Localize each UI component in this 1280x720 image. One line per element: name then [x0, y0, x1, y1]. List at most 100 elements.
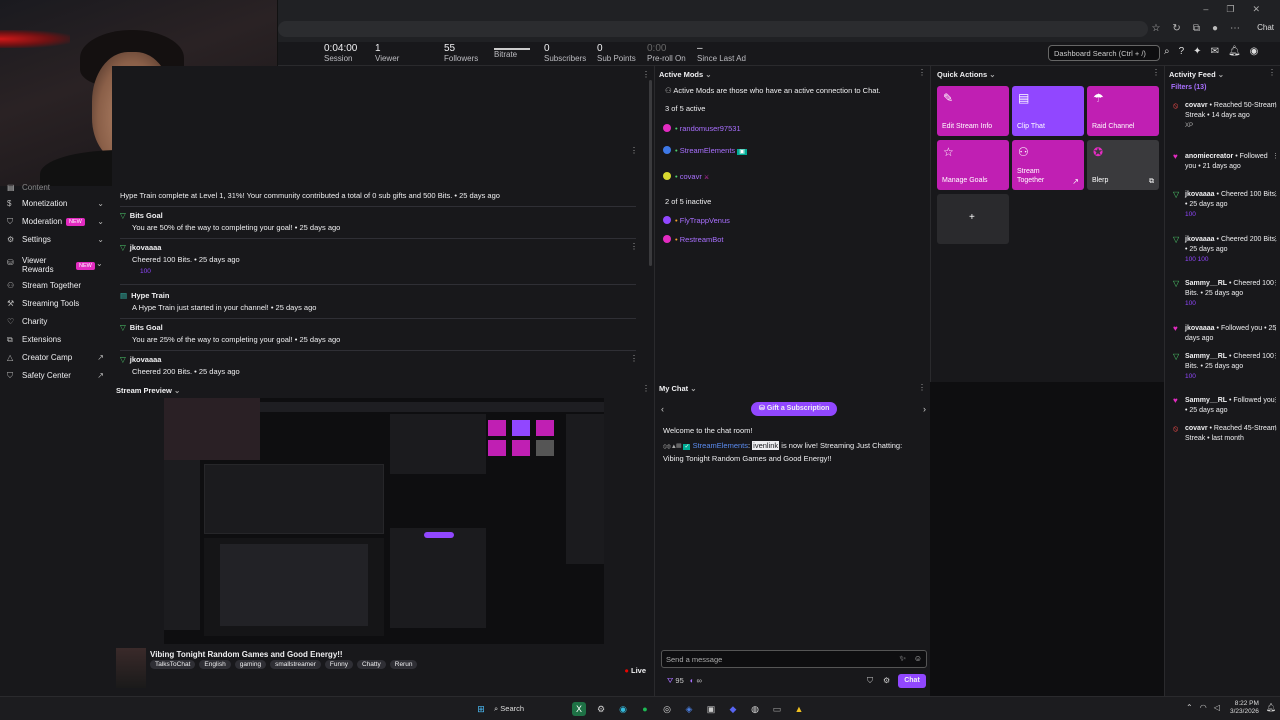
- chevron-up-icon[interactable]: ⌃: [1186, 703, 1193, 712]
- panel-menu-icon[interactable]: ⋮: [918, 68, 926, 77]
- item-menu-icon[interactable]: ⋮: [1272, 190, 1279, 200]
- app-icon[interactable]: ▣: [704, 702, 718, 716]
- chat-input[interactable]: Send a message ✨︎ ☺: [661, 650, 927, 668]
- sidebar-item-charity[interactable]: ♡ Charity: [0, 314, 112, 330]
- excel-icon[interactable]: X: [572, 702, 586, 716]
- sidebar-item-moderation[interactable]: ⛉ Moderation NEW ⌄: [0, 214, 112, 230]
- mod-row[interactable]: • FlyTrappVenus: [663, 216, 730, 225]
- spotify-icon[interactable]: ●: [638, 702, 652, 716]
- sidebar-item-safety-center[interactable]: ⛉ Safety Center ↗: [0, 368, 112, 384]
- clock[interactable]: 8:22 PM 3/23/2026: [1230, 700, 1259, 716]
- shield-icon[interactable]: ⛉: [867, 676, 873, 686]
- browser-chat-button[interactable]: Chat: [1257, 23, 1274, 32]
- sidebar-item-creator-camp[interactable]: △ Creator Camp ↗: [0, 350, 112, 366]
- panel-menu-icon[interactable]: ⋮: [642, 384, 650, 393]
- item-menu-icon[interactable]: ⋮: [1272, 101, 1279, 111]
- item-menu-icon[interactable]: ⋮: [1272, 279, 1279, 289]
- settings-app-icon[interactable]: ⚙: [594, 702, 608, 716]
- sidebar-item-stream-together[interactable]: ⚇ Stream Together: [0, 278, 112, 294]
- edge-icon[interactable]: ◉: [616, 702, 630, 716]
- sidebar-item-extensions[interactable]: ⧉ Extensions: [0, 332, 112, 348]
- item-menu-icon[interactable]: ⋮: [630, 242, 638, 251]
- edit-stream-info-button[interactable]: ✎ Edit Stream Info: [937, 86, 1009, 136]
- panel-menu-icon[interactable]: ⋮: [1152, 68, 1160, 77]
- tag-chip[interactable]: smallstreamer: [270, 660, 321, 669]
- mod-row[interactable]: • covavr ⚔: [663, 172, 709, 181]
- item-menu-icon[interactable]: ⋮: [1272, 424, 1279, 434]
- item-menu-icon[interactable]: ⋮: [1272, 324, 1279, 334]
- chat-username[interactable]: StreamElements: [693, 441, 748, 450]
- tag-chip[interactable]: gaming: [234, 660, 267, 669]
- menu-dots-icon[interactable]: ⋯: [1230, 23, 1240, 34]
- profile-avatar[interactable]: ●: [1212, 23, 1218, 34]
- gear-icon[interactable]: ⚙: [883, 676, 890, 685]
- maximize-button[interactable]: ❐: [1226, 4, 1234, 15]
- mod-row[interactable]: • RestreamBot: [663, 235, 724, 244]
- gift-subscription-button[interactable]: ⛁ Gift a Subscription: [751, 402, 838, 416]
- panel-menu-icon[interactable]: ⋮: [1268, 68, 1276, 77]
- clip-that-button[interactable]: ▤ Clip That: [1012, 86, 1084, 136]
- help-icon[interactable]: ?: [1179, 46, 1185, 57]
- emote-icon[interactable]: ☺: [914, 654, 922, 663]
- chat-send-button[interactable]: Chat: [898, 674, 926, 688]
- tag-chip[interactable]: English: [199, 660, 231, 669]
- tag-chip[interactable]: Rerun: [389, 660, 418, 669]
- item-menu-icon[interactable]: ⋮: [630, 354, 638, 363]
- item-menu-icon[interactable]: ⋮: [1272, 152, 1279, 162]
- stream-preview-video[interactable]: [164, 398, 604, 644]
- taskbar-search[interactable]: ⌕ Search: [494, 702, 538, 716]
- item-menu-icon[interactable]: ⋮: [1272, 235, 1279, 245]
- tag-chip[interactable]: TalksToChat: [150, 660, 196, 669]
- mod-row[interactable]: • StreamElements ▣: [663, 146, 747, 155]
- panel-menu-icon[interactable]: ⋮: [642, 70, 650, 79]
- dashboard-search-input[interactable]: Dashboard Search (Ctrl + /): [1048, 45, 1160, 61]
- minimize-button[interactable]: –: [1203, 4, 1208, 15]
- volume-icon[interactable]: ◁: [1214, 703, 1220, 712]
- extensions-icon[interactable]: ⧉: [1193, 23, 1200, 34]
- app-icon[interactable]: ▭: [770, 702, 784, 716]
- item-menu-icon[interactable]: ⋮: [630, 146, 638, 155]
- tag-chip[interactable]: Chatty: [356, 660, 386, 669]
- chevron-right-icon[interactable]: ›: [923, 404, 926, 414]
- app-icon[interactable]: ▲: [792, 702, 806, 716]
- chevron-down-icon[interactable]: ⌄: [989, 70, 995, 79]
- discord-icon[interactable]: ◆: [726, 702, 740, 716]
- address-bar[interactable]: [278, 21, 1148, 37]
- item-menu-icon[interactable]: ⋮: [1272, 352, 1279, 362]
- add-quick-action-button[interactable]: +: [937, 194, 1009, 244]
- chevron-down-icon[interactable]: ⌄: [690, 384, 696, 393]
- sidebar-item-monetization[interactable]: $ Monetization ⌄: [0, 196, 112, 212]
- blerp-button[interactable]: ✪ Blerp ⧉: [1087, 140, 1159, 190]
- stream-together-button[interactable]: ⚇ Stream Together ↗: [1012, 140, 1084, 190]
- chat-mention[interactable]: ivenlink: [752, 441, 780, 450]
- item-menu-icon[interactable]: ⋮: [1272, 396, 1279, 406]
- close-button[interactable]: ✕: [1252, 4, 1260, 15]
- obs-icon[interactable]: ◎: [660, 702, 674, 716]
- avatar[interactable]: ◉: [1250, 46, 1259, 57]
- filters-link[interactable]: Filters (13): [1171, 84, 1206, 91]
- tag-chip[interactable]: Funny: [324, 660, 353, 669]
- sidebar-item-viewer-rewards[interactable]: ⛁ Viewer Rewards: [0, 254, 80, 276]
- channel-points[interactable]: ⛛ 95 ◐ ∞: [667, 676, 702, 686]
- sidebar-item-settings[interactable]: ⚙ Settings ⌄: [0, 232, 112, 248]
- magic-icon[interactable]: ✦: [1193, 46, 1201, 57]
- sidebar-item-streaming-tools[interactable]: ⚒ Streaming Tools: [0, 296, 112, 312]
- manage-goals-button[interactable]: ☆ Manage Goals: [937, 140, 1009, 190]
- inbox-icon[interactable]: ✉: [1211, 46, 1219, 57]
- panel-menu-icon[interactable]: ⋮: [918, 383, 926, 392]
- chevron-down-icon[interactable]: ⌄: [705, 70, 711, 79]
- notification-bell-icon[interactable]: 🔔︎: [1266, 703, 1276, 712]
- refresh-icon[interactable]: ↻: [1172, 23, 1180, 34]
- app-icon[interactable]: ◈: [682, 702, 696, 716]
- bits-icon[interactable]: ✨︎: [899, 654, 906, 664]
- sidebar-item-content[interactable]: ▤ Content: [0, 180, 112, 196]
- chevron-left-icon[interactable]: ‹: [661, 404, 664, 414]
- start-icon[interactable]: ⊞: [474, 702, 488, 716]
- mod-row[interactable]: • randomuser97531: [663, 124, 741, 133]
- chevron-down-icon[interactable]: ⌄: [174, 386, 180, 395]
- raid-channel-button[interactable]: ☂ Raid Channel: [1087, 86, 1159, 136]
- bookmark-star-icon[interactable]: ☆: [1151, 23, 1160, 34]
- chevron-down-icon[interactable]: ⌄: [1218, 70, 1224, 79]
- scrollbar[interactable]: [649, 80, 652, 266]
- notifications-icon[interactable]: 🔔︎: [1228, 46, 1241, 57]
